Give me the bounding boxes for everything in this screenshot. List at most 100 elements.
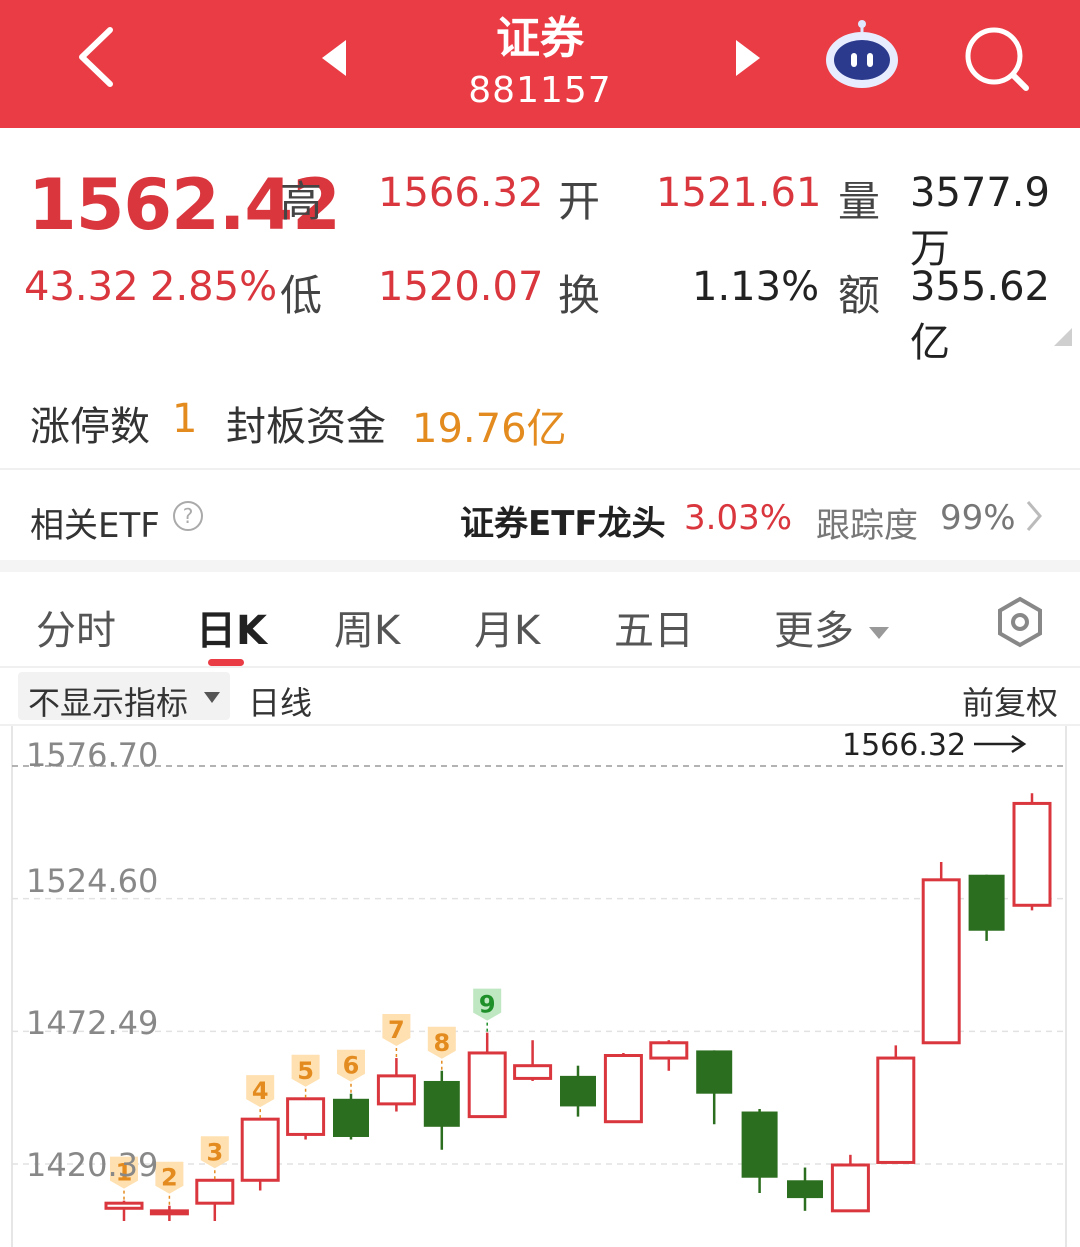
candle-body [333,1098,369,1137]
y-tick-label: 1524.60 [26,862,159,900]
low-value: 1520.07 [378,264,544,310]
candle-body [513,1064,553,1080]
candle-body [696,1050,733,1094]
hexagon-settings-icon [998,596,1042,648]
related-etf-label: 相关ETF [30,506,160,546]
candle-body [376,1074,416,1106]
tab-daily-k[interactable]: 日K [196,598,267,656]
signal-marker: 7 [382,1014,411,1059]
candle [696,1050,733,1125]
tab-more[interactable]: 更多 [774,598,891,656]
volume-label: 量 [838,177,881,226]
high-marker-label: 1566.32 [842,728,967,763]
candle-body [423,1080,460,1127]
signal-marker: 8 [427,1026,456,1071]
indicator-dropdown-label: 不显示指标 [28,684,189,722]
signal-marker-label: 4 [252,1077,269,1105]
high-value: 1566.32 [378,170,544,216]
stock-code: 881157 [468,70,612,111]
candle [149,1205,189,1222]
expand-corner-icon[interactable] [1054,328,1072,350]
seal-fund-value: 19.76亿 [412,406,567,452]
tab-monthly-k[interactable]: 月K [474,598,540,656]
chart-settings-button[interactable] [994,596,1046,652]
signal-marker: 4 [246,1075,275,1120]
signal-marker: 3 [200,1136,229,1181]
high-label: 高 [280,177,323,226]
signal-marker: 5 [291,1054,320,1099]
tab-intraday[interactable]: 分时 [36,598,116,656]
search-button[interactable] [960,20,1036,100]
svg-text:?: ? [183,504,194,528]
open-value: 1521.61 [656,170,822,216]
candle [560,1065,596,1117]
candle [649,1040,689,1071]
active-tab-indicator [208,659,244,666]
candle-body [876,1056,916,1164]
signal-marker: 2 [155,1161,184,1206]
adjust-type-button[interactable]: 前复权 [962,678,1058,724]
candle-body [921,878,961,1045]
caret-down-icon [868,627,889,639]
tab-more-label: 更多 [774,608,854,654]
signal-marker-label: 2 [161,1164,178,1192]
candle [467,1032,507,1119]
kline-chart[interactable]: 123456789 1576.70 1524.60 1472.49 1420.3… [0,726,1080,1247]
signal-marker-label: 9 [479,991,496,1019]
candle [830,1154,870,1213]
candle [240,1117,280,1191]
candle-body [649,1041,689,1060]
period-label: 日线 [248,684,313,722]
candle [513,1040,553,1081]
candle-body [1012,801,1052,907]
candle-body [240,1117,280,1182]
candle [1012,793,1052,911]
candle-body [787,1180,823,1199]
signal-marker: 9 [473,988,502,1033]
indicator-dropdown[interactable]: 不显示指标 [18,672,230,722]
section-divider [0,560,1080,572]
candle [423,1070,460,1150]
turnover-label: 换 [558,271,601,320]
candle-body [195,1178,235,1205]
triangle-right-icon [736,40,760,76]
candle-body [467,1051,507,1119]
candle-body [560,1075,596,1107]
candle-body [968,874,1005,931]
tab-five-day[interactable]: 五日 [614,598,694,656]
caret-down-icon [204,692,220,703]
candle [968,874,1005,941]
tab-weekly-k[interactable]: 周K [334,598,400,656]
kline-svg: 1 2345 67 89 [11,726,1067,1247]
related-etf-row[interactable]: 相关ETF ? 证券ETF龙头 3.03% 跟踪度 99% [0,470,1080,558]
candle [286,1097,326,1140]
y-tick-label: 1472.49 [26,1004,159,1042]
candle [921,861,961,1045]
signal-marker-label: 5 [297,1057,314,1085]
robot-assistant-button[interactable] [820,18,904,102]
price-change-pct: 2.85% [150,264,278,310]
signal-marker: 6 [337,1049,365,1094]
volume-value: 3577.9万 [910,170,1050,272]
help-icon[interactable]: ? [172,500,204,536]
y-tick-label: 1420.39 [26,1146,159,1184]
stock-name: 证券 [496,13,584,64]
signal-marker-label: 3 [206,1138,223,1166]
candle [603,1052,643,1124]
candle [195,1178,235,1222]
y-tick-label: 1576.70 [26,736,159,774]
candle [333,1093,369,1140]
etf-change: 3.03% [684,498,793,538]
candle [876,1045,916,1164]
robot-assistant-icon [826,20,898,88]
search-icon [965,27,1029,91]
app-header: 证券 881157 [0,0,1080,128]
candle [104,1200,144,1222]
next-stock-button[interactable] [730,36,766,84]
arrow-right-icon [972,732,1028,760]
candle-body [741,1111,778,1178]
turnover-value: 1.13% [692,264,820,310]
signal-marker-label: 6 [343,1052,360,1080]
tracking-value: 99% [940,498,1016,538]
price-change: 43.32 [24,264,139,310]
